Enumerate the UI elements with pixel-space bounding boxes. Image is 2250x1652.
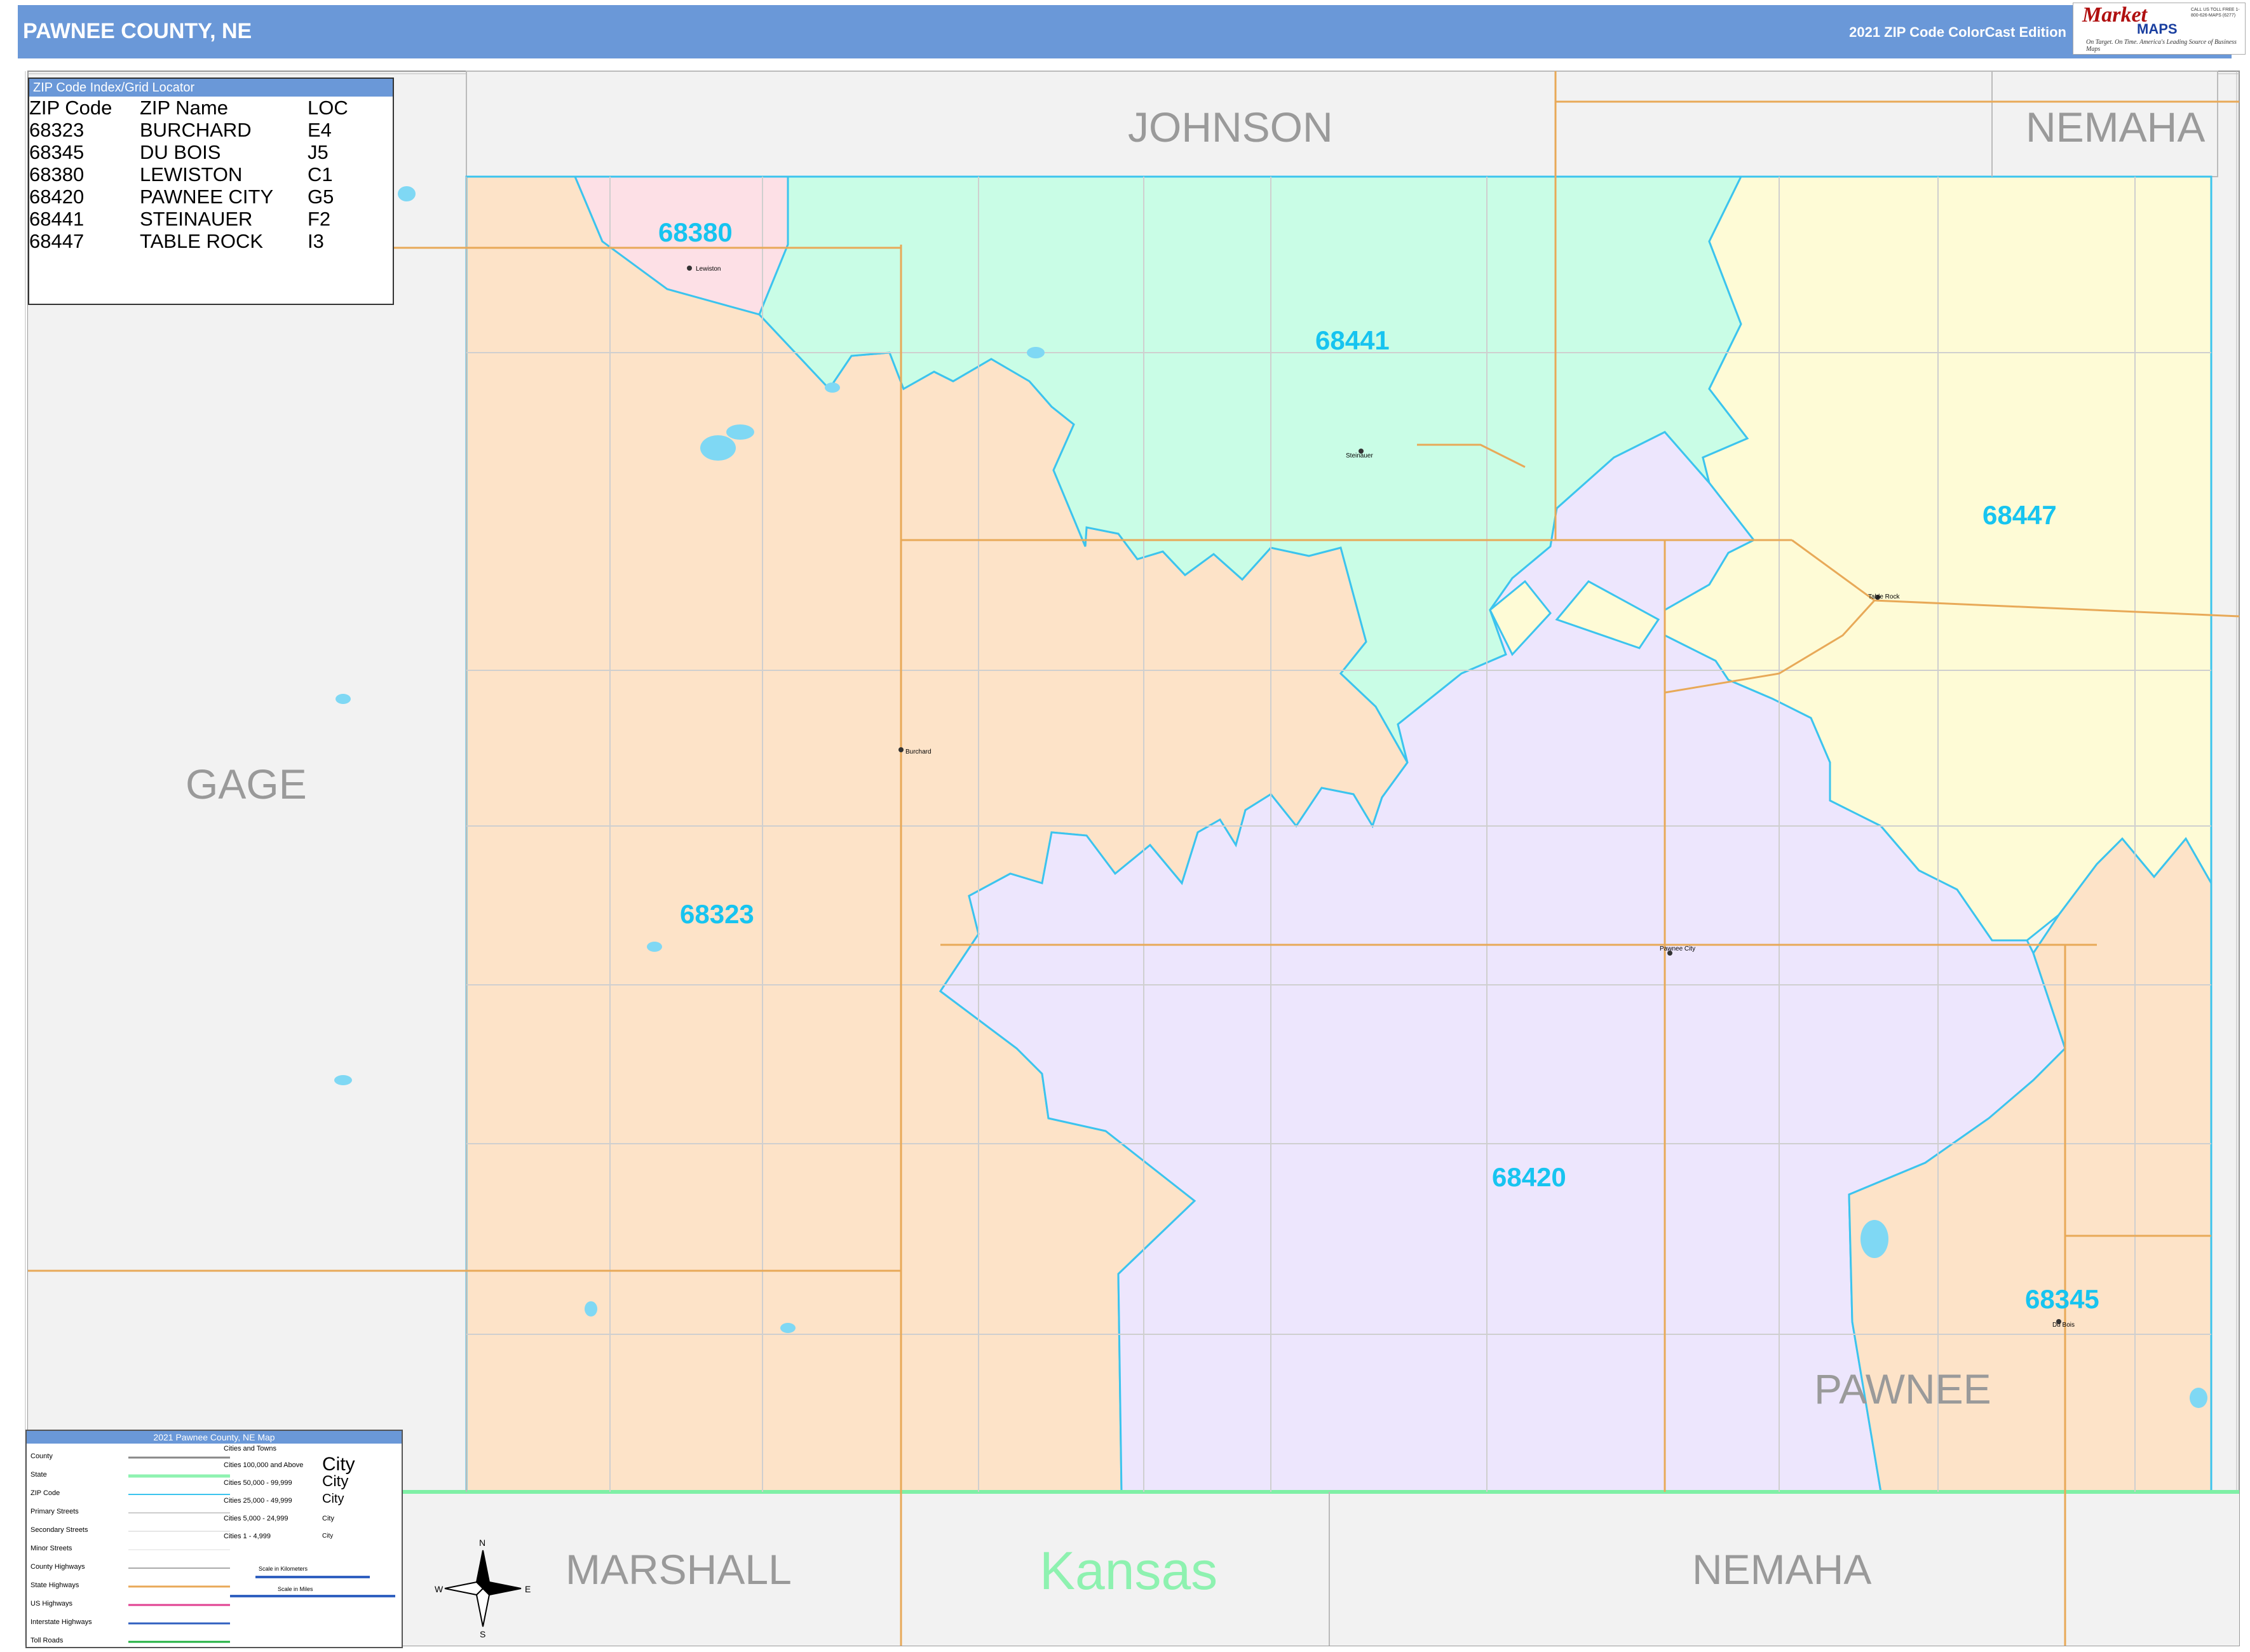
zip-code-index: ZIP Code Index/Grid Locator ZIP Code ZIP…	[28, 78, 394, 305]
map-legend: 2021 Pawnee County, NE Map County State …	[25, 1430, 403, 1648]
zip-label-68441: 68441	[1315, 325, 1390, 355]
legend-city-sample-2: City	[322, 1473, 349, 1490]
legend-city-sample-4: City	[322, 1515, 334, 1522]
zip-index-table: ZIP Code ZIP Name LOC 68323 BURCHARD E4 68…	[29, 97, 351, 252]
loc-cell: E4	[308, 119, 332, 141]
legend-city-size-2: Cities 50,000 - 99,999	[224, 1479, 292, 1487]
town-steinauer: Steinauer	[1346, 452, 1373, 459]
zip-label-68323: 68323	[680, 899, 754, 929]
zip-cell: 68323	[29, 119, 85, 141]
town-lewiston: Lewiston	[696, 266, 721, 273]
legend-state-hwy: State Highways	[30, 1581, 79, 1589]
region-pawnee: PAWNEE	[1814, 1365, 1991, 1412]
legend-line-samples	[128, 1456, 230, 1643]
loc-cell: G5	[308, 186, 334, 208]
legend-scale-mi: Scale in Miles	[278, 1586, 313, 1592]
col-loc: LOC	[308, 97, 348, 119]
legend-city-size-4: Cities 5,000 - 24,999	[224, 1515, 288, 1522]
legend-city-sample-3: City	[322, 1492, 344, 1506]
col-name: ZIP Name	[140, 97, 228, 119]
region-kansas: Kansas	[1040, 1541, 1218, 1601]
legend-county: County	[30, 1452, 53, 1460]
legend-interstate: Interstate Highways	[30, 1618, 92, 1626]
zip-cell: 68345	[29, 141, 85, 163]
name-cell: TABLE ROCK	[140, 230, 264, 252]
name-cell: PAWNEE CITY	[140, 186, 274, 208]
legend-state: State	[30, 1471, 47, 1479]
name-cell: DU BOIS	[140, 141, 221, 163]
legend-zip: ZIP Code	[30, 1489, 60, 1497]
town-pawnee-city: Pawnee City	[1660, 945, 1696, 952]
zip-cell: 68447	[29, 230, 85, 252]
johnson-county-area	[466, 71, 2218, 177]
region-gage: GAGE	[186, 761, 307, 808]
legend-primary: Primary Streets	[30, 1508, 79, 1515]
gage-county-area	[28, 177, 466, 1492]
zip-label-68380: 68380	[658, 217, 733, 247]
region-nemaha-ne: NEMAHA	[2026, 104, 2206, 151]
loc-cell: F2	[308, 208, 331, 230]
legend-title: 2021 Pawnee County, NE Map	[27, 1431, 402, 1444]
region-johnson: JOHNSON	[1128, 104, 1333, 151]
zip-label-68345: 68345	[2025, 1284, 2099, 1314]
table-row[interactable]: 68323 BURCHARD E4	[29, 119, 351, 141]
legend-scale-km: Scale in Kilometers	[259, 1566, 308, 1572]
name-cell: STEINAUER	[140, 208, 253, 230]
legend-city-size-3: Cities 25,000 - 49,999	[224, 1497, 292, 1505]
table-row[interactable]: 68447 TABLE ROCK I3	[29, 230, 351, 252]
scale-bar-km	[255, 1576, 370, 1578]
legend-city-size-5: Cities 1 - 4,999	[224, 1533, 271, 1540]
legend-minor: Minor Streets	[30, 1545, 72, 1552]
table-row[interactable]: 68420 PAWNEE CITY G5	[29, 186, 351, 208]
compass-s: S	[480, 1629, 486, 1639]
name-cell: LEWISTON	[140, 163, 243, 186]
zip-index-header-row: ZIP Code ZIP Name LOC	[29, 97, 351, 119]
region-marshall: MARSHALL	[566, 1546, 792, 1593]
compass-n: N	[479, 1538, 486, 1548]
legend-city-sample-5: City	[322, 1533, 334, 1540]
col-zip: ZIP Code	[29, 97, 112, 119]
compass-e: E	[525, 1584, 531, 1594]
zip-cell: 68441	[29, 208, 85, 230]
town-burchard: Burchard	[905, 748, 932, 755]
zip-label-68447: 68447	[1982, 500, 2057, 530]
legend-secondary: Secondary Streets	[30, 1526, 88, 1534]
legend-county-hwy: County Highways	[30, 1563, 85, 1571]
compass-w: W	[435, 1584, 444, 1594]
legend-city-size-1: Cities 100,000 and Above	[224, 1461, 304, 1469]
legend-cities-title: Cities and Towns	[224, 1445, 276, 1452]
table-row[interactable]: 68380 LEWISTON C1	[29, 163, 351, 186]
table-row[interactable]: 68441 STEINAUER F2	[29, 208, 351, 230]
legend-us-hwy: US Highways	[30, 1600, 73, 1608]
legend-toll: Toll Roads	[30, 1637, 64, 1644]
region-nemaha-ks: NEMAHA	[1692, 1546, 1872, 1593]
table-row[interactable]: 68345 DU BOIS J5	[29, 141, 351, 163]
name-cell: BURCHARD	[140, 119, 252, 141]
town-du-bois: Du Bois	[2052, 1322, 2075, 1329]
scale-bar-mi	[230, 1595, 395, 1597]
zip-cell: 68420	[29, 186, 85, 208]
zip-index-title: ZIP Code Index/Grid Locator	[29, 79, 393, 97]
legend-city-sample-1: City	[322, 1454, 355, 1475]
zip-label-68420: 68420	[1492, 1162, 1566, 1192]
town-table-rock: Table Rock	[1868, 593, 1900, 600]
loc-cell: I3	[308, 230, 324, 252]
loc-cell: J5	[308, 141, 329, 163]
zip-cell: 68380	[29, 163, 85, 186]
loc-cell: C1	[308, 163, 333, 186]
